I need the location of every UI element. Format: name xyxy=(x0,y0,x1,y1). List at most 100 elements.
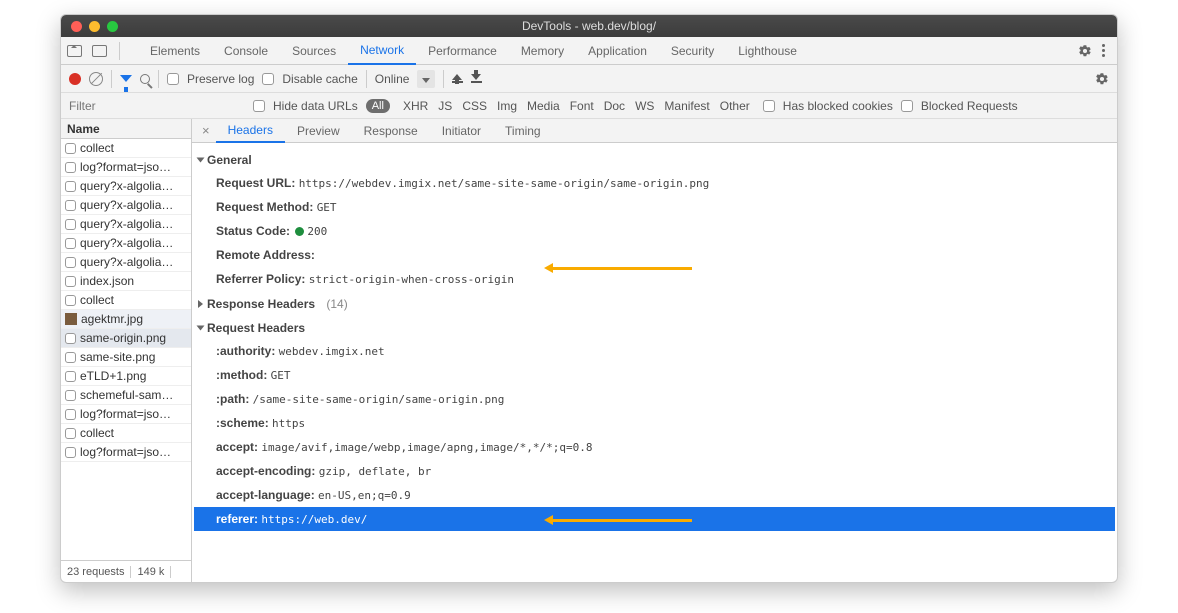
tab-security[interactable]: Security xyxy=(659,37,726,65)
more-menu-icon[interactable] xyxy=(1096,44,1111,57)
header-value: gzip, deflate, br xyxy=(319,465,432,478)
header-value: strict-origin-when-cross-origin xyxy=(309,273,514,286)
network-settings-gear-icon[interactable] xyxy=(1095,72,1109,86)
request-icon xyxy=(65,181,76,192)
request-row[interactable]: query?x-algolia… xyxy=(61,253,191,272)
blocked-requests-label: Blocked Requests xyxy=(921,99,1018,113)
request-icon xyxy=(65,219,76,230)
detail-pane: × HeadersPreviewResponseInitiatorTiming … xyxy=(192,119,1117,582)
record-icon[interactable] xyxy=(69,73,81,85)
tab-memory[interactable]: Memory xyxy=(509,37,576,65)
tab-lighthouse[interactable]: Lighthouse xyxy=(726,37,809,65)
general-section-header[interactable]: General xyxy=(194,147,1115,171)
request-name: eTLD+1.png xyxy=(80,369,146,383)
blocked-requests-checkbox[interactable] xyxy=(901,100,913,112)
request-row[interactable]: collect xyxy=(61,291,191,310)
request-row[interactable]: agektmr.jpg xyxy=(61,310,191,329)
inspect-element-icon[interactable] xyxy=(67,45,82,57)
tab-performance[interactable]: Performance xyxy=(416,37,509,65)
request-name: index.json xyxy=(80,274,134,288)
request-name: collect xyxy=(80,426,114,440)
header-row: :path: /same-site-same-origin/same-origi… xyxy=(194,387,1115,411)
request-row[interactable]: query?x-algolia… xyxy=(61,234,191,253)
request-row[interactable]: same-origin.png xyxy=(61,329,191,348)
detail-tab-initiator[interactable]: Initiator xyxy=(430,119,493,143)
header-value: /same-site-same-origin/same-origin.png xyxy=(253,393,505,406)
disable-cache-checkbox[interactable] xyxy=(262,73,274,85)
close-detail-icon[interactable]: × xyxy=(196,123,216,138)
request-name: query?x-algolia… xyxy=(80,217,173,231)
request-row[interactable]: log?format=jso… xyxy=(61,158,191,177)
header-row: :method: GET xyxy=(194,363,1115,387)
throttling-dropdown-icon[interactable] xyxy=(417,70,435,88)
request-icon xyxy=(65,162,76,173)
tab-elements[interactable]: Elements xyxy=(138,37,212,65)
settings-gear-icon[interactable] xyxy=(1078,44,1092,58)
filter-type-css[interactable]: CSS xyxy=(462,99,487,113)
request-icon xyxy=(65,257,76,268)
name-column-header[interactable]: Name xyxy=(61,119,191,139)
header-value: image/avif,image/webp,image/apng,image/*… xyxy=(261,441,592,454)
request-row[interactable]: query?x-algolia… xyxy=(61,196,191,215)
detail-tab-headers[interactable]: Headers xyxy=(216,119,285,143)
request-row[interactable]: index.json xyxy=(61,272,191,291)
request-name: collect xyxy=(80,141,114,155)
close-window-icon[interactable] xyxy=(71,21,82,32)
header-key: referer: xyxy=(216,512,258,526)
request-icon xyxy=(65,447,76,458)
has-blocked-cookies-checkbox[interactable] xyxy=(763,100,775,112)
tab-application[interactable]: Application xyxy=(576,37,659,65)
header-row: Request Method: GET xyxy=(194,195,1115,219)
request-name: query?x-algolia… xyxy=(80,236,173,250)
disable-cache-label: Disable cache xyxy=(282,72,357,86)
filter-type-img[interactable]: Img xyxy=(497,99,517,113)
filter-type-ws[interactable]: WS xyxy=(635,99,654,113)
hide-data-urls-checkbox[interactable] xyxy=(253,100,265,112)
request-row[interactable]: same-site.png xyxy=(61,348,191,367)
header-key: :path: xyxy=(216,392,249,406)
request-row[interactable]: eTLD+1.png xyxy=(61,367,191,386)
detail-tab-response[interactable]: Response xyxy=(352,119,430,143)
filter-input[interactable] xyxy=(65,97,245,115)
tab-sources[interactable]: Sources xyxy=(280,37,348,65)
filter-icon[interactable] xyxy=(120,75,132,82)
filter-type-xhr[interactable]: XHR xyxy=(403,99,428,113)
request-row[interactable]: query?x-algolia… xyxy=(61,215,191,234)
request-row[interactable]: log?format=jso… xyxy=(61,443,191,462)
zoom-window-icon[interactable] xyxy=(107,21,118,32)
header-key: accept-encoding: xyxy=(216,464,315,478)
filter-type-doc[interactable]: Doc xyxy=(604,99,625,113)
request-name: same-origin.png xyxy=(80,331,166,345)
preserve-log-checkbox[interactable] xyxy=(167,73,179,85)
filter-type-js[interactable]: JS xyxy=(438,99,452,113)
header-key: accept-language: xyxy=(216,488,315,502)
tab-network[interactable]: Network xyxy=(348,37,416,65)
header-row: accept: image/avif,image/webp,image/apng… xyxy=(194,435,1115,459)
filter-all-pill[interactable]: All xyxy=(366,99,390,113)
filter-type-other[interactable]: Other xyxy=(720,99,750,113)
detail-tab-timing[interactable]: Timing xyxy=(493,119,553,143)
export-har-icon[interactable] xyxy=(471,74,482,83)
request-row[interactable]: collect xyxy=(61,424,191,443)
request-headers-section-header[interactable]: Request Headers xyxy=(194,315,1115,339)
search-icon[interactable] xyxy=(140,74,150,84)
request-icon xyxy=(65,295,76,306)
request-row[interactable]: log?format=jso… xyxy=(61,405,191,424)
minimize-window-icon[interactable] xyxy=(89,21,100,32)
device-toolbar-icon[interactable] xyxy=(92,45,107,57)
request-row[interactable]: query?x-algolia… xyxy=(61,177,191,196)
clear-icon[interactable] xyxy=(89,72,103,86)
throttling-select[interactable]: Online xyxy=(375,72,410,86)
response-headers-section-header[interactable]: Response Headers (14) xyxy=(194,291,1115,315)
detail-tabs: × HeadersPreviewResponseInitiatorTiming xyxy=(192,119,1117,143)
request-row[interactable]: schemeful-sam… xyxy=(61,386,191,405)
filter-type-font[interactable]: Font xyxy=(570,99,594,113)
detail-tab-preview[interactable]: Preview xyxy=(285,119,352,143)
headers-content: General Request URL: https://webdev.imgi… xyxy=(192,143,1117,582)
hide-data-urls-label: Hide data URLs xyxy=(273,99,358,113)
tab-console[interactable]: Console xyxy=(212,37,280,65)
request-row[interactable]: collect xyxy=(61,139,191,158)
import-har-icon[interactable] xyxy=(452,74,463,83)
filter-type-media[interactable]: Media xyxy=(527,99,560,113)
filter-type-manifest[interactable]: Manifest xyxy=(664,99,709,113)
